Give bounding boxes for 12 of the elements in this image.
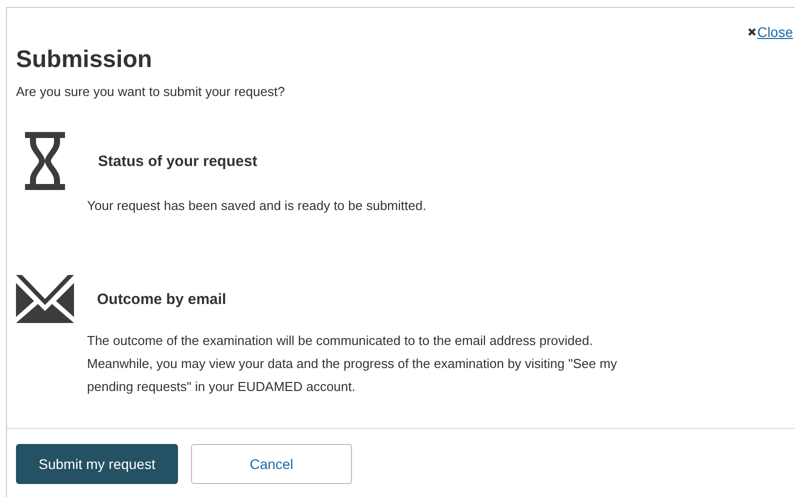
section-text: The outcome of the examination will be communicated to to the email address provided. Meanwhile, you may view your data and the progress of the examination by visiting "See my pending requests" in your EUDAMED account.: [87, 332, 618, 396]
section-heading: Outcome by email: [97, 290, 226, 308]
cancel-button[interactable]: Cancel: [191, 444, 352, 484]
envelope-icon: [16, 275, 74, 323]
close-link[interactable]: Close: [748, 22, 793, 42]
hourglass-icon: [25, 132, 65, 190]
section-text: Your request has been saved and is ready to be submitted.: [87, 197, 428, 215]
submit-button[interactable]: Submit my request: [16, 444, 178, 484]
subtitle-text: Are you sure you want to submit your request?: [16, 84, 286, 99]
section-heading: Status of your request: [98, 152, 258, 170]
dialog-title: Submission: [16, 46, 154, 74]
close-icon: [748, 28, 756, 36]
